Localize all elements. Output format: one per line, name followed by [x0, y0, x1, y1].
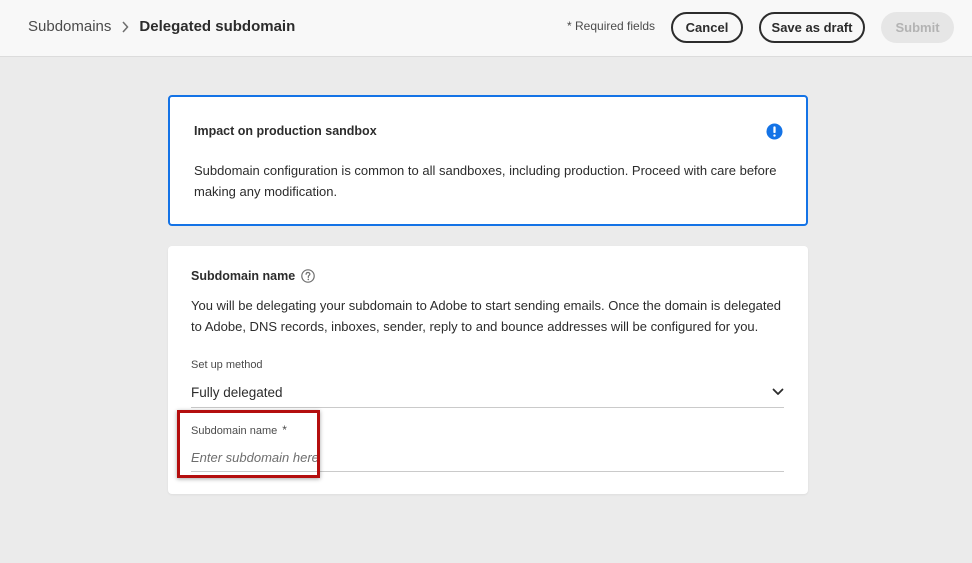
- alert-title: Impact on production sandbox: [194, 124, 377, 138]
- subdomain-card: Subdomain name You will be delegating yo…: [168, 246, 808, 494]
- submit-button[interactable]: Submit: [881, 12, 954, 43]
- save-as-draft-button[interactable]: Save as draft: [759, 12, 865, 43]
- setup-method-label: Set up method: [191, 359, 263, 371]
- select-underline: [191, 407, 784, 408]
- subdomain-input[interactable]: [191, 444, 784, 472]
- subdomain-name-label: Subdomain name *: [191, 423, 287, 437]
- chevron-right-icon: [121, 20, 129, 33]
- setup-method-select[interactable]: Fully delegated: [191, 385, 283, 400]
- alert-message: Subdomain configuration is common to all…: [194, 163, 777, 199]
- help-icon[interactable]: [301, 269, 315, 283]
- chevron-down-icon[interactable]: [772, 387, 784, 397]
- card-title-text: Subdomain name: [191, 269, 296, 283]
- required-marker: *: [282, 423, 287, 437]
- breadcrumb-subdomains[interactable]: Subdomains: [28, 18, 111, 35]
- breadcrumb: Subdomains Delegated subdomain: [28, 18, 295, 35]
- production-sandbox-alert: Impact on production sandbox Subdomain c…: [168, 95, 808, 226]
- cancel-button[interactable]: Cancel: [671, 12, 743, 43]
- required-fields-note: * Required fields: [567, 19, 656, 33]
- subdomain-name-label-text: Subdomain name: [191, 425, 278, 437]
- page-title: Delegated subdomain: [139, 18, 296, 35]
- top-bar: Subdomains Delegated subdomain * Require…: [0, 0, 972, 57]
- card-description: You will be delegating your subdomain to…: [191, 298, 781, 334]
- info-icon: [766, 123, 783, 140]
- card-title: Subdomain name: [191, 269, 315, 283]
